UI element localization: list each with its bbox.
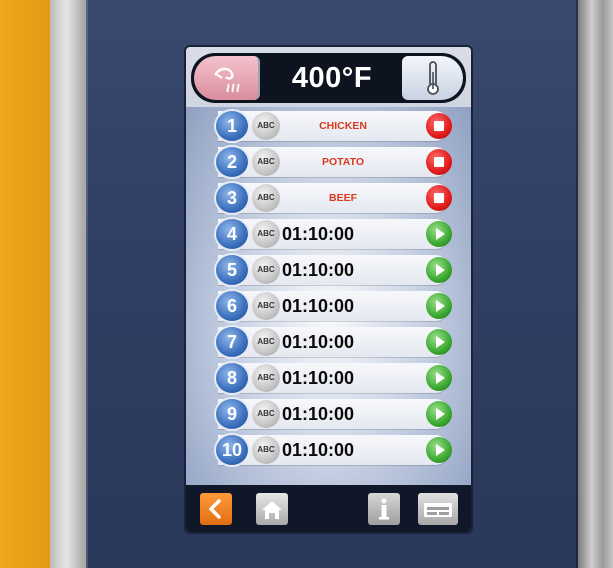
- play-button[interactable]: [426, 293, 452, 319]
- tray-button[interactable]: [418, 493, 458, 525]
- thermometer-icon: [427, 61, 439, 95]
- program-number-badge[interactable]: 1: [216, 111, 248, 141]
- program-number-badge[interactable]: 10: [216, 435, 248, 465]
- abc-rename-button[interactable]: ABC: [252, 148, 280, 176]
- program-number-badge[interactable]: 8: [216, 363, 248, 393]
- program-row[interactable]: 5 ABC 01:10:00: [216, 255, 452, 285]
- device-right-rail: [578, 0, 613, 568]
- abc-rename-button[interactable]: ABC: [252, 220, 280, 248]
- touch-screen: 400°F 1 ABC CHICKEN 2 ABC POTATO 3 ABC BEEF 4 ABC 0…: [186, 47, 471, 532]
- home-button[interactable]: [256, 493, 288, 525]
- abc-rename-button[interactable]: ABC: [252, 400, 280, 428]
- abc-rename-button[interactable]: ABC: [252, 328, 280, 356]
- program-timer: 01:10:00: [282, 224, 355, 244]
- program-name: POTATO: [322, 156, 364, 168]
- program-row[interactable]: 10 ABC 01:10:00: [216, 435, 452, 465]
- program-number-badge[interactable]: 9: [216, 399, 248, 429]
- info-button[interactable]: [368, 493, 400, 525]
- chevron-left-icon: [209, 499, 221, 519]
- program-timer: 01:10:00: [282, 260, 355, 280]
- abc-rename-button[interactable]: ABC: [252, 112, 280, 140]
- stop-button[interactable]: [426, 113, 452, 139]
- program-number-badge[interactable]: 4: [216, 219, 248, 249]
- program-number-badge[interactable]: 7: [216, 327, 248, 357]
- program-number-badge[interactable]: 6: [216, 291, 248, 321]
- program-name: BEEF: [328, 192, 357, 204]
- thermometer-button[interactable]: [402, 56, 463, 100]
- play-button[interactable]: [426, 329, 452, 355]
- program-timer: 01:10:00: [282, 440, 355, 460]
- temperature-header: 400°F: [191, 53, 466, 103]
- play-button[interactable]: [426, 365, 452, 391]
- stop-button[interactable]: [426, 149, 452, 175]
- program-row[interactable]: 3 ABC BEEF: [216, 183, 452, 213]
- program-row[interactable]: 1 ABC CHICKEN: [216, 111, 452, 141]
- abc-rename-button[interactable]: ABC: [252, 184, 280, 212]
- temperature-display: 400°F: [291, 62, 373, 94]
- program-name: CHICKEN: [319, 120, 367, 132]
- program-number-badge[interactable]: 3: [216, 183, 248, 213]
- play-button[interactable]: [426, 257, 452, 283]
- program-row[interactable]: 7 ABC 01:10:00: [216, 327, 452, 357]
- program-timer: 01:10:00: [282, 332, 355, 352]
- play-button[interactable]: [426, 437, 452, 463]
- abc-rename-button[interactable]: ABC: [252, 436, 280, 464]
- back-button[interactable]: [200, 493, 232, 525]
- program-row[interactable]: 9 ABC 01:10:00: [216, 399, 452, 429]
- steam-button[interactable]: [194, 56, 260, 100]
- abc-rename-button[interactable]: ABC: [252, 256, 280, 284]
- program-row[interactable]: 8 ABC 01:10:00: [216, 363, 452, 393]
- tray-icon: [424, 503, 452, 517]
- abc-rename-button[interactable]: ABC: [252, 292, 280, 320]
- program-row[interactable]: 2 ABC POTATO: [216, 147, 452, 177]
- program-timer: 01:10:00: [282, 404, 355, 424]
- bottom-toolbar: [186, 485, 471, 532]
- program-row[interactable]: 4 ABC 01:10:00: [216, 219, 452, 249]
- program-row[interactable]: 6 ABC 01:10:00: [216, 291, 452, 321]
- play-button[interactable]: [426, 221, 452, 247]
- play-button[interactable]: [426, 401, 452, 427]
- home-icon: [262, 501, 282, 519]
- program-timer: 01:10:00: [282, 368, 355, 388]
- program-number-badge[interactable]: 2: [216, 147, 248, 177]
- program-number-badge[interactable]: 5: [216, 255, 248, 285]
- stop-button[interactable]: [426, 185, 452, 211]
- steam-icon: [213, 67, 240, 93]
- abc-rename-button[interactable]: ABC: [252, 364, 280, 392]
- program-timer: 01:10:00: [282, 296, 355, 316]
- orange-side-band: [0, 0, 50, 568]
- info-icon: [379, 498, 389, 520]
